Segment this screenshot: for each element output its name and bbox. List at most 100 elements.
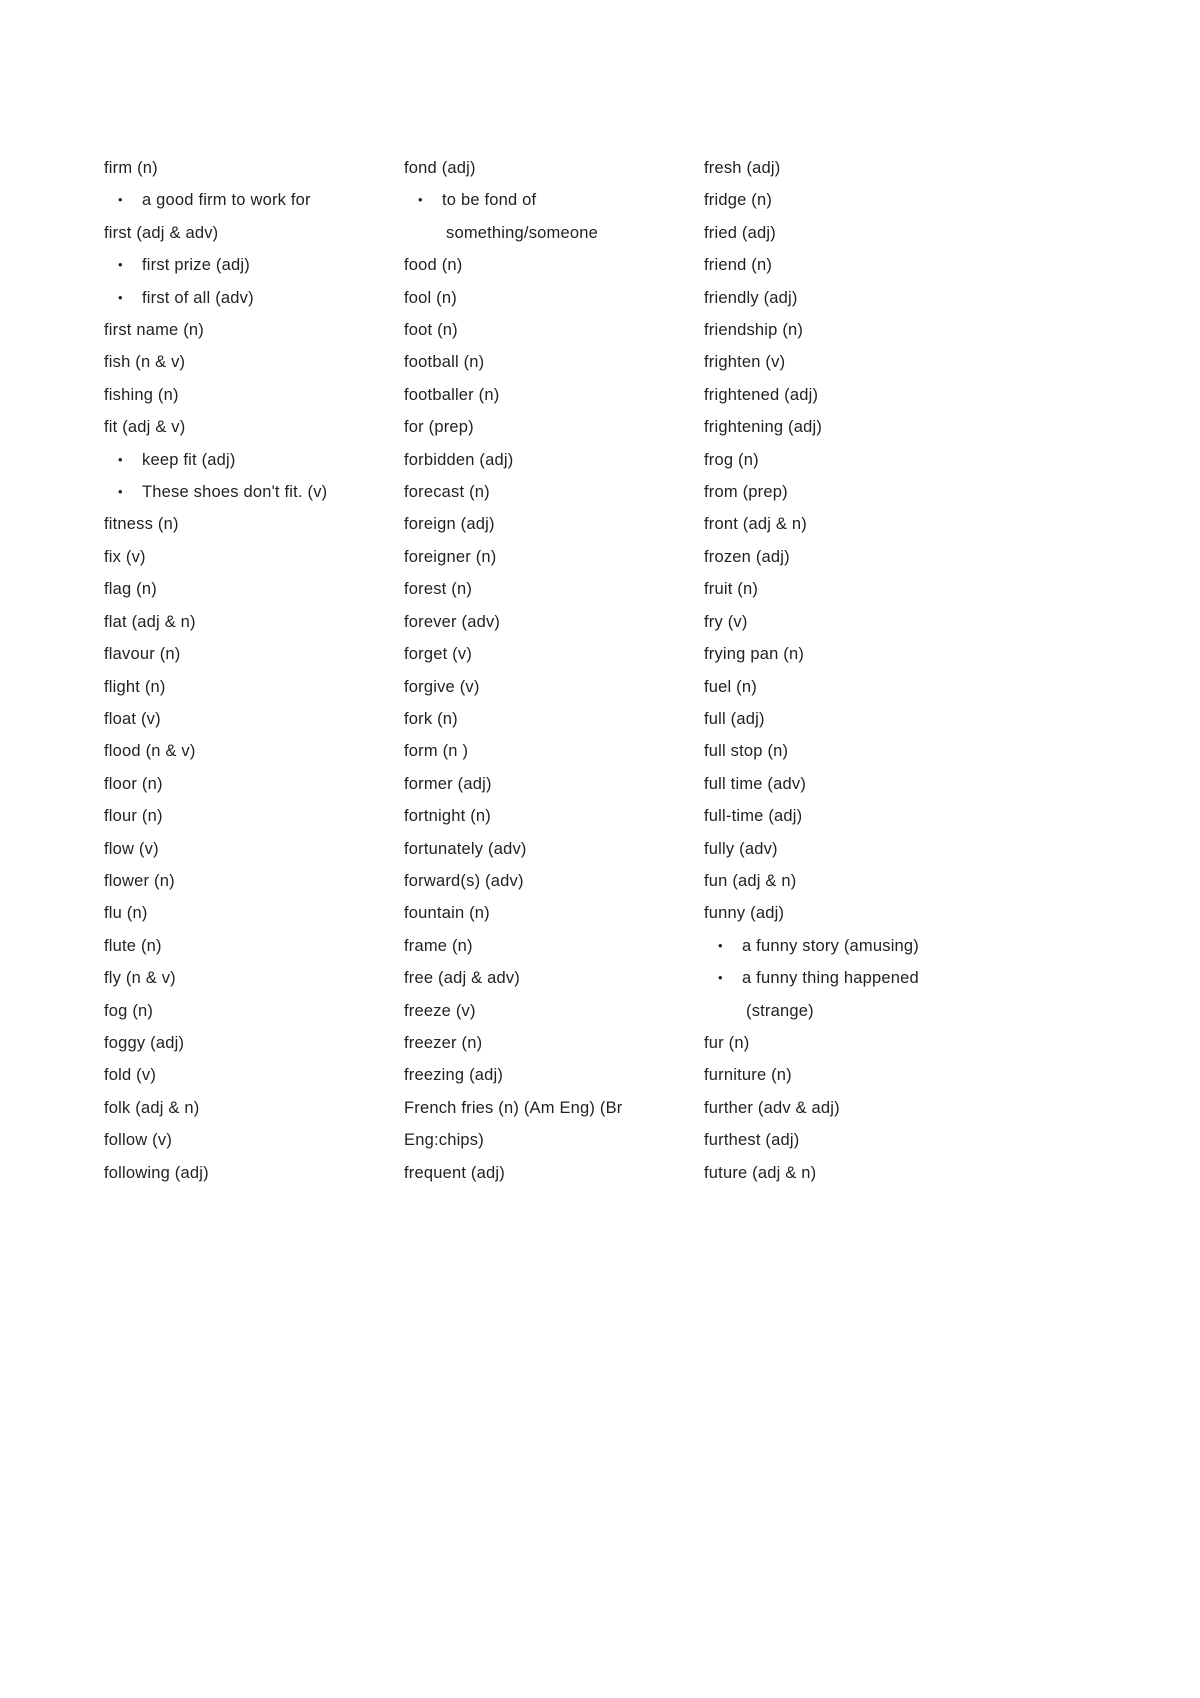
vocabulary-entry: fruit (n): [704, 580, 759, 599]
vocabulary-entry: for (prep): [404, 418, 474, 437]
vocabulary-example: • to be fond of: [404, 184, 704, 216]
vocabulary-columns: firm (n) • a good firm to work for first (a…: [104, 152, 1104, 1189]
vocabulary-entry: full time (adv): [704, 774, 807, 793]
column-3: fresh (adj) fridge (n) fried (adj) friend (…: [704, 152, 1004, 1189]
vocabulary-entry: football (n): [404, 353, 485, 372]
vocabulary-entry: further (adv & adj): [704, 1098, 840, 1117]
vocabulary-entry: food (n): [404, 256, 463, 275]
vocabulary-entry: flow (v): [104, 839, 159, 858]
vocabulary-entry: fishing (n): [104, 385, 179, 404]
vocabulary-entry: fountain (n): [404, 904, 490, 923]
vocabulary-entry: furthest (adj): [704, 1131, 800, 1150]
vocabulary-entry: fun (adj & n): [704, 871, 797, 890]
vocabulary-entry: fold (v): [104, 1066, 157, 1085]
vocabulary-entry: flu (n): [104, 904, 148, 923]
vocabulary-example: • These shoes don't fit. (v): [104, 476, 404, 508]
vocabulary-entry: freeze (v): [404, 1001, 476, 1020]
vocabulary-entry: fish (n & v): [104, 353, 186, 372]
vocabulary-entry: from (prep): [704, 483, 788, 502]
vocabulary-entry: flag (n): [104, 580, 157, 599]
vocabulary-example: • a good firm to work for: [104, 184, 404, 216]
vocabulary-example-text: keep fit (adj): [142, 450, 236, 469]
vocabulary-entry: follow (v): [104, 1131, 173, 1150]
vocabulary-entry: fork (n): [404, 709, 458, 728]
vocabulary-entry: forget (v): [404, 645, 473, 664]
vocabulary-entry: foot (n): [404, 321, 458, 340]
vocabulary-entry: frying pan (n): [704, 645, 805, 664]
vocabulary-example-text: a funny story (amusing): [742, 936, 920, 955]
vocabulary-entry: frighten (v): [704, 353, 786, 372]
bullet-icon: •: [718, 970, 723, 986]
vocabulary-entry: fully (adv): [704, 839, 778, 858]
vocabulary-entry: freezing (adj): [404, 1066, 504, 1085]
bullet-icon: •: [118, 257, 123, 273]
document-page: firm (n) • a good firm to work for first (a…: [0, 0, 1200, 1698]
bullet-icon: •: [418, 192, 423, 208]
vocabulary-entry: flower (n): [104, 871, 175, 890]
vocabulary-entry: forbidden (adj): [404, 450, 514, 469]
bullet-icon: •: [118, 451, 123, 467]
vocabulary-entry: fly (n & v): [104, 969, 176, 988]
vocabulary-entry: folk (adj & n): [104, 1098, 200, 1117]
vocabulary-entry: flight (n): [104, 677, 166, 696]
vocabulary-entry: fool (n): [404, 288, 457, 307]
vocabulary-example-text: first prize (adj): [142, 256, 250, 275]
vocabulary-example-text: These shoes don't fit. (v): [142, 483, 328, 502]
vocabulary-example-text: a funny thing happened: [742, 969, 919, 988]
vocabulary-example: • keep fit (adj): [104, 444, 404, 476]
vocabulary-entry: French fries (n) (Am Eng) (Br: [404, 1098, 623, 1117]
vocabulary-entry: frequent (adj): [404, 1163, 505, 1182]
vocabulary-entry: firm (n): [104, 159, 158, 177]
vocabulary-entry: front (adj & n): [704, 515, 807, 534]
vocabulary-entry: friendship (n): [704, 321, 804, 340]
vocabulary-entry: fried (adj): [704, 223, 776, 242]
vocabulary-continuation-line: (strange): [746, 1001, 814, 1020]
vocabulary-entry: frame (n): [404, 936, 473, 955]
vocabulary-entry: following (adj): [104, 1163, 209, 1182]
vocabulary-example-text: to be fond of: [442, 191, 537, 210]
column-1: firm (n) • a good firm to work for first (a…: [104, 152, 404, 1189]
vocabulary-entry: float (v): [104, 709, 161, 728]
vocabulary-entry: flavour (n): [104, 645, 181, 664]
vocabulary-entry: flood (n & v): [104, 742, 196, 761]
vocabulary-entry: full stop (n): [704, 742, 789, 761]
vocabulary-entry: frightening (adj): [704, 418, 823, 437]
vocabulary-entry: former (adj): [404, 774, 492, 793]
bullet-icon: •: [718, 937, 723, 953]
vocabulary-entry: future (adj & n): [704, 1163, 817, 1182]
bullet-icon: •: [118, 289, 123, 305]
vocabulary-entry: fix (v): [104, 547, 146, 566]
vocabulary-entry: friend (n): [704, 256, 773, 275]
vocabulary-entry: fond (adj): [404, 159, 476, 177]
vocabulary-entry: forward(s) (adv): [404, 871, 524, 890]
vocabulary-example: • a funny thing happened: [704, 962, 1004, 994]
vocabulary-entry: fortnight (n): [404, 807, 491, 826]
vocabulary-entry: fry (v): [704, 612, 748, 631]
vocabulary-entry: fitness (n): [104, 515, 179, 534]
vocabulary-entry: forever (adv): [404, 612, 501, 631]
vocabulary-entry: foreign (adj): [404, 515, 495, 534]
vocabulary-entry: free (adj & adv): [404, 969, 521, 988]
vocabulary-entry: foreigner (n): [404, 547, 497, 566]
vocabulary-entry: frightened (adj): [704, 385, 819, 404]
vocabulary-entry: Eng:chips): [404, 1131, 484, 1150]
vocabulary-entry: forgive (v): [404, 677, 480, 696]
vocabulary-continuation-line: something/someone: [446, 223, 598, 242]
column-2: fond (adj) • to be fond of something/someon…: [404, 152, 704, 1189]
vocabulary-entry: fortunately (adv): [404, 839, 527, 858]
vocabulary-entry: full-time (adj): [704, 807, 803, 826]
vocabulary-entry: freezer (n): [404, 1033, 483, 1052]
vocabulary-entry: floor (n): [104, 774, 163, 793]
vocabulary-entry: frozen (adj): [704, 547, 790, 566]
vocabulary-entry: frog (n): [704, 450, 759, 469]
vocabulary-entry: fuel (n): [704, 677, 757, 696]
vocabulary-entry: fog (n): [104, 1001, 154, 1020]
vocabulary-entry: forest (n): [404, 580, 473, 599]
vocabulary-entry: forecast (n): [404, 483, 490, 502]
vocabulary-entry: foggy (adj): [104, 1033, 185, 1052]
vocabulary-entry: friendly (adj): [704, 288, 798, 307]
vocabulary-entry: footballer (n): [404, 385, 500, 404]
vocabulary-entry: flat (adj & n): [104, 612, 196, 631]
vocabulary-example-text: first of all (adv): [142, 288, 254, 307]
vocabulary-entry: furniture (n): [704, 1066, 792, 1085]
